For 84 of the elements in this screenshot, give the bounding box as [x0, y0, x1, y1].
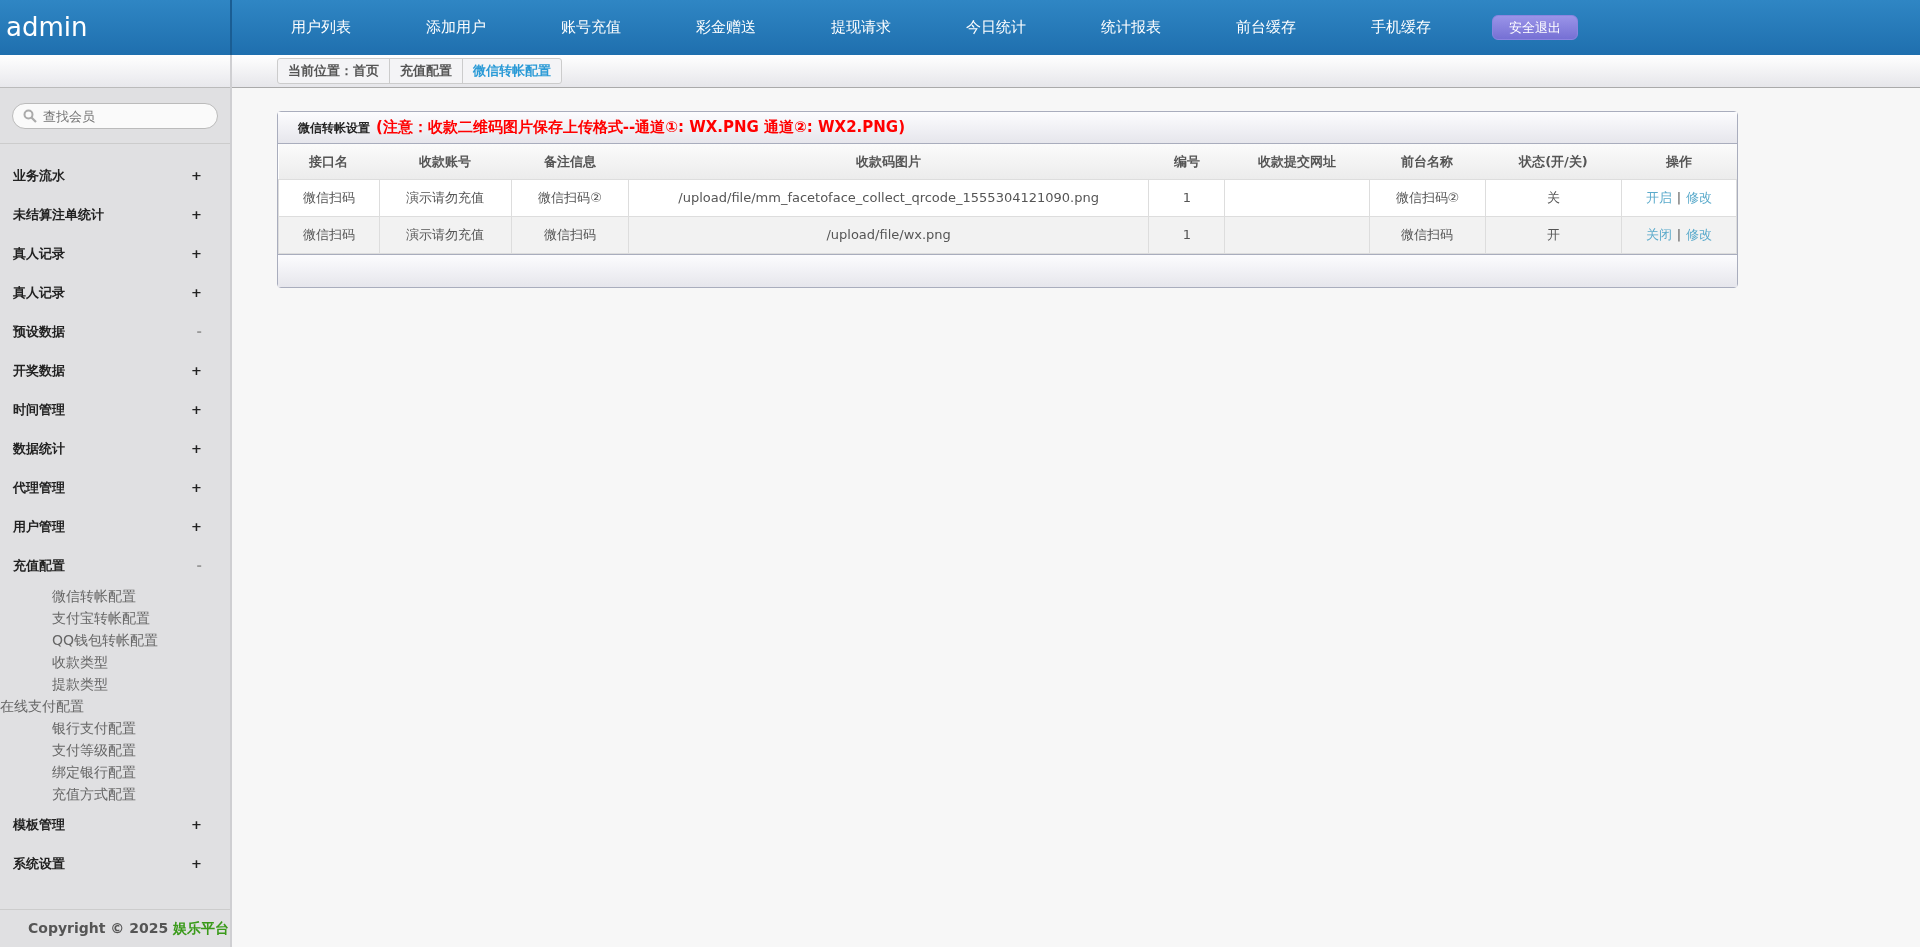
toggle-icon: + — [191, 399, 202, 420]
sidebar-item[interactable]: 代理管理 + — [0, 468, 230, 507]
breadcrumb-current: 微信转帐配置 — [472, 62, 552, 81]
table-cell: 微信扫码 — [278, 179, 380, 216]
submenu-link[interactable]: 银行支付配置 — [0, 717, 230, 739]
table-cell: 微信扫码② — [511, 179, 629, 216]
sidebar-item[interactable]: 真人记录 + — [0, 234, 230, 273]
column-header: 收款码图片 — [628, 144, 1149, 179]
table-cell: /upload/file/wx.png — [628, 216, 1149, 253]
sidebar-item[interactable]: 用户管理 + — [0, 507, 230, 546]
toggle-icon: + — [191, 204, 202, 225]
submenu-link[interactable]: 充值方式配置 — [0, 783, 230, 805]
table-cell: /upload/file/mm_facetoface_collect_qrcode_1555304121090.png — [628, 179, 1149, 216]
nav-link[interactable]: 统计报表 — [1063, 16, 1198, 39]
toggle-icon: + — [191, 165, 202, 186]
submenu-link[interactable]: 提款类型 — [0, 673, 230, 695]
toggle-icon: + — [191, 477, 202, 498]
nav-link[interactable]: 前台缓存 — [1198, 16, 1333, 39]
submenu-link[interactable]: 收款类型 — [0, 651, 230, 673]
search-field[interactable]: 查找会员 — [12, 103, 218, 129]
logout-button[interactable]: 安全退出 — [1492, 14, 1578, 41]
nav-link[interactable]: 用户列表 — [253, 16, 388, 39]
nav-link[interactable]: 手机缓存 — [1333, 16, 1468, 39]
submenu-link[interactable]: 绑定银行配置 — [0, 761, 230, 783]
sidebar-item[interactable]: 模板管理 + — [0, 805, 230, 844]
column-header: 收款账号 — [379, 144, 512, 179]
table-cell: 1 — [1148, 216, 1225, 253]
toggle-icon: + — [191, 282, 202, 303]
nav-link[interactable]: 账号充值 — [523, 16, 658, 39]
table-cell: 1 — [1148, 179, 1225, 216]
table-cell: 演示请勿充值 — [379, 216, 512, 253]
notice-text: (注意：收款二维码图片保存上传格式--通道①: WX.PNG 通道②: WX2.PNG) — [376, 117, 905, 139]
action-link[interactable]: 关闭 — [1645, 226, 1672, 242]
sidebar-item[interactable]: 系统设置 + — [0, 844, 230, 883]
toggle-icon: + — [191, 853, 202, 874]
table-cell: 演示请勿充值 — [379, 179, 512, 216]
sidebar-item[interactable]: 预设数据 - — [0, 312, 230, 351]
column-header: 接口名 — [278, 144, 380, 179]
submenu-link[interactable]: 微信转帐配置 — [0, 585, 230, 607]
column-header: 前台名称 — [1369, 144, 1486, 179]
action-link[interactable]: 修改 — [1686, 189, 1713, 205]
nav-link[interactable]: 添加用户 — [388, 16, 523, 39]
toggle-icon: + — [191, 814, 202, 835]
submenu-link[interactable]: 支付宝转帐配置 — [0, 607, 230, 629]
nav-link[interactable]: 提现请求 — [793, 16, 928, 39]
sidebar-item[interactable]: 时间管理 + — [0, 390, 230, 429]
footer-link[interactable]: 娱乐平台 — [173, 920, 229, 936]
panel-title: 微信转帐设置 — [298, 119, 370, 137]
separator-text: | — [1676, 189, 1682, 205]
sidebar-item[interactable]: 业务流水 + — [0, 156, 230, 195]
action-link[interactable]: 修改 — [1686, 226, 1713, 242]
sidebar-item[interactable]: 数据统计 + — [0, 429, 230, 468]
table-cell: 关 — [1485, 179, 1622, 216]
column-header: 状态(开/关) — [1485, 144, 1622, 179]
table-cell: 微信扫码 — [511, 216, 629, 253]
column-header: 编号 — [1148, 144, 1225, 179]
submenu-heading: 在线支付配置 — [0, 697, 85, 716]
toggle-icon: + — [191, 516, 202, 537]
toggle-icon: - — [196, 321, 202, 342]
nav-link[interactable]: 彩金赠送 — [658, 16, 793, 39]
table-cell: 微信扫码 — [1369, 216, 1486, 253]
toggle-icon: + — [191, 243, 202, 264]
column-header: 备注信息 — [511, 144, 629, 179]
sidebar-item[interactable]: 未结算注单统计 + — [0, 195, 230, 234]
action-link[interactable]: 开启 — [1645, 189, 1672, 205]
sidebar-item[interactable]: 开奖数据 + — [0, 351, 230, 390]
column-header: 收款提交网址 — [1224, 144, 1370, 179]
table-cell: 微信扫码② — [1369, 179, 1486, 216]
sidebar-item[interactable]: 充值配置 - — [0, 546, 230, 585]
column-header: 操作 — [1621, 144, 1737, 179]
sidebar-item[interactable]: 真人记录 + — [0, 273, 230, 312]
breadcrumb-item[interactable]: 充值配置 — [390, 59, 463, 83]
submenu-link[interactable]: 支付等级配置 — [0, 739, 230, 761]
toggle-icon: - — [196, 555, 202, 576]
separator-text: | — [1676, 226, 1682, 242]
table-cell: 微信扫码 — [278, 216, 380, 253]
submenu-link[interactable]: QQ钱包转帐配置 — [0, 629, 230, 651]
toggle-icon: + — [191, 438, 202, 459]
nav-link[interactable]: 今日统计 — [928, 16, 1063, 39]
breadcrumb-item[interactable]: 当前位置：首页 — [278, 59, 390, 83]
search-icon — [23, 109, 37, 123]
toggle-icon: + — [191, 360, 202, 381]
copyright-text: Copyright © 2025 娱乐平台 — [0, 909, 230, 947]
table-cell: 开 — [1485, 216, 1622, 253]
